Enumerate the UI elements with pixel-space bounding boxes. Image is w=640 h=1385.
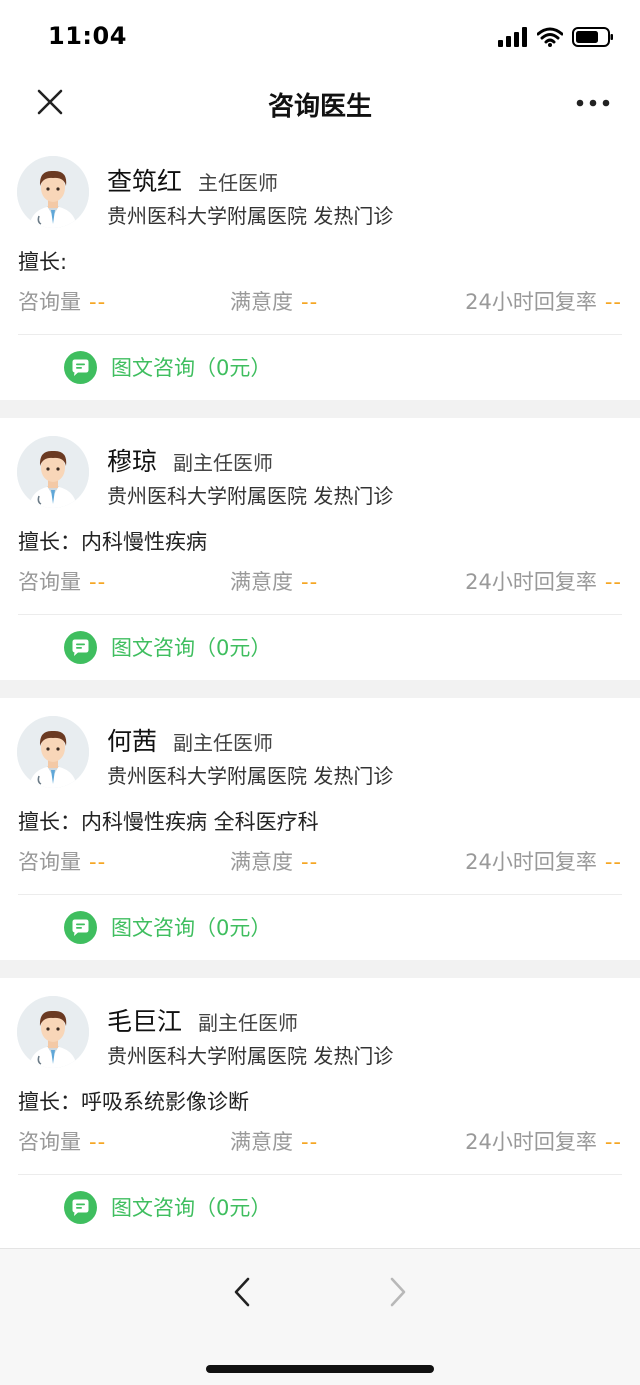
doctor-title: 副主任医师 — [173, 731, 274, 755]
doctor-card[interactable]: 穆琼 副主任医师 贵州医科大学附属医院 发热门诊 擅长：内科慢性疾病 咨询量 -- … — [0, 418, 640, 680]
doctor-name: 穆琼 副主任医师 — [107, 442, 273, 478]
home-indicator — [206, 1365, 434, 1373]
chat-bubble-icon — [64, 630, 97, 664]
chevron-left-icon[interactable] — [226, 1275, 258, 1309]
doctor-stats: 咨询量 -- 满意度 -- 24小时回复率 -- — [18, 566, 622, 594]
text-consult-label: 图文咨询（0元） — [111, 356, 272, 380]
status-time: 11:04 — [48, 22, 127, 50]
stat-consult-count: 咨询量 -- — [18, 850, 107, 874]
chat-bubble-icon — [64, 910, 97, 944]
doctor-expertise: 擅长：呼吸系统影像诊断 — [18, 1090, 249, 1114]
stat-reply-rate: 24小时回复率 -- — [465, 570, 622, 594]
doctor-avatar-icon — [17, 436, 89, 508]
doctor-avatar-icon — [17, 996, 89, 1068]
doctor-name: 毛巨江 副主任医师 — [107, 1002, 298, 1038]
card-separator — [0, 680, 640, 698]
battery-icon — [572, 27, 613, 47]
status-bar: 11:04 — [0, 0, 640, 70]
card-divider — [18, 614, 622, 615]
doctor-name-text: 穆琼 — [107, 447, 158, 476]
text-consult-label: 图文咨询（0元） — [111, 1196, 272, 1220]
doctor-avatar — [17, 436, 89, 508]
doctor-avatar — [17, 156, 89, 228]
card-separator — [0, 960, 640, 978]
doctor-card[interactable]: 查筑红 主任医师 贵州医科大学附属医院 发热门诊 擅长: 咨询量 -- 满意度 -- … — [0, 138, 640, 400]
doctor-title: 副主任医师 — [198, 1011, 299, 1035]
doctor-expertise: 擅长: — [18, 250, 68, 274]
stat-satisfaction: 满意度 -- — [230, 1130, 319, 1154]
doctor-avatar — [17, 996, 89, 1068]
doctor-avatar — [17, 716, 89, 788]
doctor-avatar-icon — [17, 716, 89, 788]
chat-bubble-icon — [64, 350, 97, 384]
nav-bar: 咨询医生 — [0, 70, 640, 134]
card-divider — [18, 334, 622, 335]
stat-reply-rate: 24小时回复率 -- — [465, 850, 622, 874]
text-consult-button[interactable]: 图文咨询（0元） — [64, 630, 271, 664]
stat-reply-rate: 24小时回复率 -- — [465, 1130, 622, 1154]
page-title: 咨询医生 — [267, 92, 372, 122]
stat-satisfaction: 满意度 -- — [230, 290, 319, 314]
text-consult-label: 图文咨询（0元） — [111, 636, 272, 660]
card-separator — [0, 400, 640, 418]
doctor-hospital: 贵州医科大学附属医院 发热门诊 — [107, 1044, 394, 1068]
doctor-hospital: 贵州医科大学附属医院 发热门诊 — [107, 484, 394, 508]
chevron-right-icon — [390, 1277, 406, 1307]
doctor-name: 查筑红 主任医师 — [107, 162, 278, 198]
text-consult-button[interactable]: 图文咨询（0元） — [64, 910, 271, 944]
doctor-card[interactable]: 毛巨江 副主任医师 贵州医科大学附属医院 发热门诊 擅长：呼吸系统影像诊断 咨询量… — [0, 978, 640, 1240]
text-consult-button[interactable]: 图文咨询（0元） — [64, 350, 271, 384]
text-consult-label: 图文咨询（0元） — [111, 916, 272, 940]
doctor-title: 副主任医师 — [173, 451, 274, 475]
stat-consult-count: 咨询量 -- — [18, 290, 107, 314]
status-icons — [498, 26, 614, 48]
doctor-hospital: 贵州医科大学附属医院 发热门诊 — [107, 764, 394, 788]
doctor-name-text: 何茜 — [107, 727, 158, 756]
doctor-card[interactable]: 何茜 副主任医师 贵州医科大学附属医院 发热门诊 擅长：内科慢性疾病 全科医疗科 … — [0, 698, 640, 960]
card-divider — [18, 894, 622, 895]
doctor-name-text: 毛巨江 — [107, 1007, 183, 1036]
stat-consult-count: 咨询量 -- — [18, 570, 107, 594]
stat-satisfaction: 满意度 -- — [230, 570, 319, 594]
stat-satisfaction: 满意度 -- — [230, 850, 319, 874]
doctor-stats: 咨询量 -- 满意度 -- 24小时回复率 -- — [18, 1126, 622, 1154]
doctor-expertise: 擅长：内科慢性疾病 全科医疗科 — [18, 810, 319, 834]
doctor-avatar-icon — [17, 156, 89, 228]
doctor-name-text: 查筑红 — [107, 167, 183, 196]
stat-consult-count: 咨询量 -- — [18, 1130, 107, 1154]
stat-reply-rate: 24小时回复率 -- — [465, 290, 622, 314]
chat-bubble-icon — [64, 1190, 97, 1224]
wifi-icon — [537, 27, 563, 47]
doctor-hospital: 贵州医科大学附属医院 发热门诊 — [107, 204, 394, 228]
more-icon[interactable] — [576, 98, 610, 108]
doctor-expertise: 擅长：内科慢性疾病 — [18, 530, 207, 554]
doctor-stats: 咨询量 -- 满意度 -- 24小时回复率 -- — [18, 846, 622, 874]
bottom-nav-bar — [0, 1248, 640, 1385]
doctor-title: 主任医师 — [198, 171, 279, 195]
card-divider — [18, 1174, 622, 1175]
signal-icon — [498, 27, 527, 47]
doctor-name: 何茜 副主任医师 — [107, 722, 273, 758]
doctor-stats: 咨询量 -- 满意度 -- 24小时回复率 -- — [18, 286, 622, 314]
text-consult-button[interactable]: 图文咨询（0元） — [64, 1190, 271, 1224]
